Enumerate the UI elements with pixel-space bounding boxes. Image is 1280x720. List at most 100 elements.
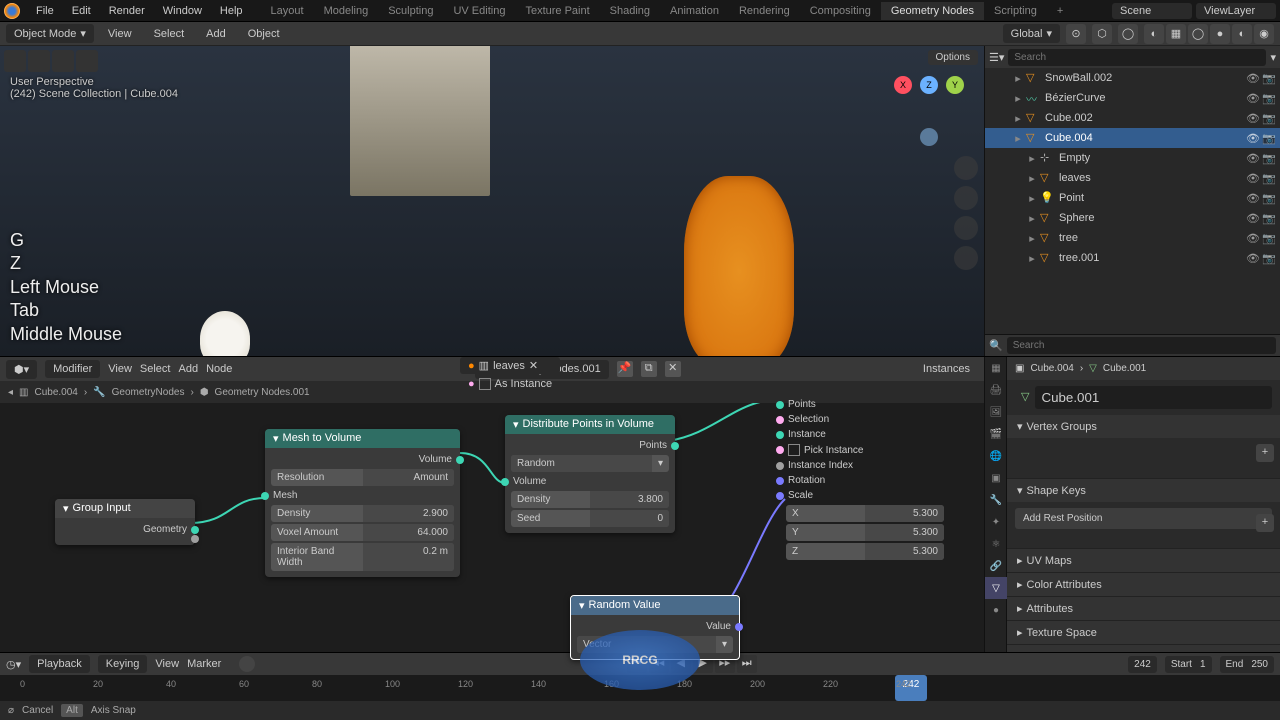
menu-edit[interactable]: Edit (64, 2, 99, 20)
shading-rendered-icon[interactable]: ◉ (1254, 24, 1274, 44)
outliner-row[interactable]: ▸▽tree👁📷 (985, 228, 1280, 248)
tool-move[interactable] (52, 50, 74, 72)
ptab-scene[interactable]: 🎬 (985, 423, 1007, 445)
outliner-row[interactable]: ▸▽leaves👁📷 (985, 168, 1280, 188)
ptab-viewlayer[interactable]: 🖼 (985, 401, 1007, 423)
persp-icon[interactable] (954, 246, 978, 270)
mode-dropdown[interactable]: Object Mode ▾ (6, 24, 94, 43)
outliner-row[interactable]: ▸▽Cube.002👁📷 (985, 108, 1280, 128)
v3d-menu-view[interactable]: View (100, 25, 140, 43)
outliner-row[interactable]: ▸〰BézierCurve👁📷 (985, 88, 1280, 108)
outliner-row[interactable]: ▸💡Point👁📷 (985, 188, 1280, 208)
tool-rotate[interactable] (76, 50, 98, 72)
ge-menu-add[interactable]: Add (178, 363, 198, 375)
outliner-row[interactable]: ▸▽tree.001👁📷 (985, 248, 1280, 268)
ptab-constraints[interactable]: 🔗 (985, 555, 1007, 577)
tab-shading[interactable]: Shading (600, 2, 660, 20)
v3d-menu-select[interactable]: Select (146, 25, 193, 43)
menu-help[interactable]: Help (212, 2, 251, 20)
node-distribute-points-volume[interactable]: ▾Distribute Points in Volume Points Rand… (505, 415, 675, 533)
nav-gizmo[interactable]: Z X Y (894, 76, 964, 146)
orientation-dropdown[interactable]: Global ▾ (1003, 24, 1060, 43)
tl-keying[interactable]: Keying (98, 655, 148, 673)
tl-playback[interactable]: Playback (29, 655, 90, 673)
as-instance-checkbox[interactable] (479, 378, 491, 390)
v3d-menu-object[interactable]: Object (240, 25, 288, 43)
scene-field[interactable]: Scene (1112, 3, 1192, 19)
tab-rendering[interactable]: Rendering (729, 2, 800, 20)
viewport-options[interactable]: Options (928, 50, 978, 65)
ptab-material[interactable]: ● (985, 599, 1007, 621)
node-random-value[interactable]: ▾Random Value Value Vector▾ (570, 595, 740, 660)
shading-matprev-icon[interactable]: ◐ (1232, 24, 1252, 44)
tool-cursor[interactable] (4, 50, 26, 72)
pan-icon[interactable] (954, 186, 978, 210)
ptab-output[interactable]: 🖨 (985, 379, 1007, 401)
ge-editor-type[interactable]: ⬢▾ (6, 360, 37, 379)
ge-tree-unlink[interactable]: ✕ (665, 361, 681, 377)
sk-add[interactable]: + (1256, 514, 1274, 532)
vg-add[interactable]: + (1256, 444, 1274, 462)
node-group-input[interactable]: ▾Group Input Geometry (55, 499, 195, 545)
frame-end[interactable]: 250 (1251, 659, 1268, 670)
tl-view[interactable]: View (155, 658, 179, 670)
menu-file[interactable]: File (28, 2, 62, 20)
ge-menu-node[interactable]: Node (206, 363, 232, 375)
shading-wire-icon[interactable]: ◯ (1188, 24, 1208, 44)
menu-window[interactable]: Window (155, 2, 210, 20)
timeline-track[interactable]: 242 020406080100120140160180200220242 (0, 675, 1280, 701)
menu-render[interactable]: Render (101, 2, 153, 20)
overlay-icon[interactable]: ◐ (1144, 24, 1164, 44)
node-instance-on-points[interactable]: Points Selection Instance Pick Instance … (780, 393, 950, 566)
outliner-row[interactable]: ▸⊹Empty👁📷 (985, 148, 1280, 168)
propedit-icon[interactable]: ◯ (1118, 24, 1138, 44)
ptab-modifier[interactable]: 🔧 (985, 489, 1007, 511)
snap-icon[interactable]: ⬡ (1092, 24, 1112, 44)
add-rest-btn[interactable]: Add Rest Position (1015, 508, 1272, 529)
ptab-render[interactable]: ▦ (985, 357, 1007, 379)
zoom-icon[interactable] (954, 156, 978, 180)
ge-menu-select[interactable]: Select (140, 363, 171, 375)
ge-obj-unlink[interactable]: ✕ (529, 359, 538, 372)
ptab-physics[interactable]: ⚛ (985, 533, 1007, 555)
node-mesh-to-volume[interactable]: ▾Mesh to Volume Volume ResolutionAmount … (265, 429, 460, 577)
props-search[interactable] (1007, 337, 1276, 354)
tab-modeling[interactable]: Modeling (314, 2, 379, 20)
tab-scripting[interactable]: Scripting (984, 2, 1047, 20)
outliner-row[interactable]: ▸▽Cube.004👁📷 (985, 128, 1280, 148)
outliner-search[interactable] (1008, 49, 1266, 66)
tab-sculpting[interactable]: Sculpting (378, 2, 443, 20)
viewlayer-field[interactable]: ViewLayer (1196, 3, 1276, 19)
data-name-field[interactable] (1035, 386, 1272, 409)
pivot-icon[interactable]: ⊙ (1066, 24, 1086, 44)
frame-current[interactable]: 242 (1134, 659, 1151, 670)
tab-texpaint[interactable]: Texture Paint (515, 2, 599, 20)
tool-select[interactable] (28, 50, 50, 72)
outliner-type-icon[interactable]: ☰▾ (989, 51, 1004, 64)
frame-start[interactable]: 1 (1200, 659, 1206, 670)
tab-geonodes[interactable]: Geometry Nodes (881, 2, 984, 20)
geometry-node-editor[interactable]: ⬢▾ Modifier View Select Add Node ⬢Geomet… (0, 357, 984, 652)
outliner-row[interactable]: ▸▽SnowBall.002👁📷 (985, 68, 1280, 88)
autokey-icon[interactable] (239, 656, 255, 672)
xray-icon[interactable]: ▦ (1166, 24, 1186, 44)
ge-tree-pin[interactable]: 📌 (617, 361, 633, 377)
jump-end-icon[interactable]: ⏭ (737, 655, 757, 673)
v3d-menu-add[interactable]: Add (198, 25, 234, 43)
tab-uv[interactable]: UV Editing (443, 2, 515, 20)
ptab-object[interactable]: ▣ (985, 467, 1007, 489)
ptab-particles[interactable]: ✦ (985, 511, 1007, 533)
outliner-filter-icon[interactable]: ▾ (1270, 51, 1276, 64)
tab-add-workspace[interactable]: + (1047, 2, 1073, 20)
tab-compositing[interactable]: Compositing (800, 2, 881, 20)
outliner-row[interactable]: ▸▽Sphere👁📷 (985, 208, 1280, 228)
tab-layout[interactable]: Layout (261, 2, 314, 20)
ge-modifier-dd[interactable]: Modifier (45, 360, 100, 378)
ptab-world[interactable]: 🌐 (985, 445, 1007, 467)
shading-solid-icon[interactable]: ● (1210, 24, 1230, 44)
timeline-type-icon[interactable]: ◷▾ (6, 658, 21, 671)
tab-animation[interactable]: Animation (660, 2, 729, 20)
tl-marker[interactable]: Marker (187, 658, 221, 670)
ge-obj-link[interactable]: leaves (493, 360, 525, 372)
ge-tree-copy[interactable]: ⧉ (641, 361, 657, 377)
